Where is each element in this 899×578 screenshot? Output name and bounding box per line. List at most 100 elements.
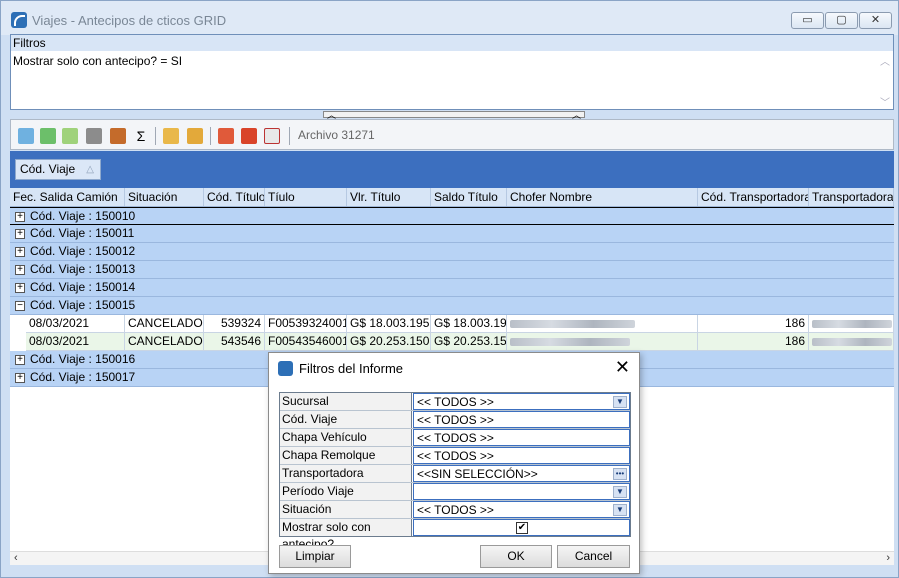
filter-row-chapa-vehiculo: Chapa Vehículo << TODOS >> xyxy=(280,429,630,447)
restore-button[interactable]: ▢ xyxy=(825,12,858,29)
cell-saldo-titulo: G$ 20.253.150 xyxy=(431,333,507,351)
cancel-button[interactable]: Cancel xyxy=(557,545,630,568)
cell-titulo: F00539324001 xyxy=(265,315,347,333)
cod-viaje-field[interactable]: << TODOS >> xyxy=(413,411,630,428)
antecipo-checkbox[interactable]: ✔ xyxy=(516,522,528,534)
filter-label: Mostrar solo con antecipo? xyxy=(280,519,412,551)
filters-dialog: Filtros del Informe ✕ Sucursal << TODOS … xyxy=(268,352,640,574)
cell-fecha: 08/03/2021 xyxy=(26,315,125,333)
transportadora-field[interactable]: <<SIN SELECCIÓN>> ••• xyxy=(413,465,630,482)
cell-vlr-titulo: G$ 20.253.150 xyxy=(347,333,431,351)
filter-row-cod-viaje: Cód. Viaje << TODOS >> xyxy=(280,411,630,429)
chevron-down-icon[interactable]: ▼ xyxy=(613,486,627,498)
expand-icon[interactable]: + xyxy=(15,283,25,293)
print-icon[interactable] xyxy=(86,128,102,144)
filter-label: Sucursal xyxy=(280,393,412,410)
cell-chofer-redacted xyxy=(507,315,698,333)
filter-row-situacion: Situación << TODOS >> ▼ xyxy=(280,501,630,519)
filters-scrollbar[interactable]: ︿ ﹀ xyxy=(877,51,893,109)
col-fec-salida[interactable]: Fec. Salida Camión xyxy=(10,188,125,206)
chevron-down-icon[interactable]: ▼ xyxy=(613,396,627,408)
col-cod-transportadora[interactable]: Cód. Transportadora xyxy=(698,188,809,206)
copy-icon[interactable] xyxy=(218,128,234,144)
filter-row-transportadora: Transportadora <<SIN SELECCIÓN>> ••• xyxy=(280,465,630,483)
group-row[interactable]: − Cód. Viaje : 150015 xyxy=(10,297,894,315)
chapa-vehiculo-field[interactable]: << TODOS >> xyxy=(413,429,630,446)
filter-row-periodo-viaje: Período Viaje ▼ xyxy=(280,483,630,501)
cell-titulo: F00543546001 xyxy=(265,333,347,351)
col-chofer-nombre[interactable]: Chofer Nombre xyxy=(507,188,698,206)
col-cod-titulo[interactable]: Cód. Título xyxy=(204,188,265,206)
checklist-icon[interactable] xyxy=(264,128,280,144)
chapa-remolque-field[interactable]: << TODOS >> xyxy=(413,447,630,464)
panel-splitter[interactable]: ︿ ︿ xyxy=(323,110,585,120)
toolbar-separator xyxy=(210,127,211,145)
col-situacion[interactable]: Situación xyxy=(125,188,204,206)
group-chip-cod-viaje[interactable]: Cód. Viaje △ xyxy=(15,159,101,180)
filters-header: Filtros xyxy=(11,35,893,51)
antecipo-cell: ✔ xyxy=(413,519,630,536)
filter-label: Situación xyxy=(280,501,412,518)
ellipsis-icon[interactable]: ••• xyxy=(613,468,627,480)
table-row-selected[interactable]: 08/03/2021 CANCELADO 543546 F00543546001… xyxy=(26,333,894,351)
close-icon[interactable]: ✕ xyxy=(615,357,630,378)
group-row[interactable]: + Cód. Viaje : 150010 xyxy=(10,207,894,225)
stop-icon[interactable] xyxy=(241,128,257,144)
columns-icon[interactable] xyxy=(110,128,126,144)
window-title: Viajes - Antecipos de cticos GRID xyxy=(32,13,227,28)
expand-icon[interactable]: + xyxy=(15,265,25,275)
close-button[interactable]: ✕ xyxy=(859,12,892,29)
export-icon[interactable] xyxy=(62,128,78,144)
group-row[interactable]: + Cód. Viaje : 150011 xyxy=(10,225,894,243)
col-transportadora[interactable]: Transportadora xyxy=(809,188,894,206)
situacion-select[interactable]: << TODOS >> ▼ xyxy=(413,501,630,518)
table-row[interactable]: 08/03/2021 CANCELADO 539324 F00539324001… xyxy=(26,315,894,333)
cell-cod-titulo: 539324 xyxy=(204,315,265,333)
filters-panel: Filtros Mostrar solo con antecipo? = SI … xyxy=(10,34,894,110)
chevron-down-icon[interactable]: ▼ xyxy=(613,504,627,516)
periodo-viaje-select[interactable]: ▼ xyxy=(413,483,630,500)
expand-icon[interactable]: + xyxy=(15,229,25,239)
clear-button[interactable]: Limpiar xyxy=(279,545,351,568)
col-saldo-titulo[interactable]: Saldo Título xyxy=(431,188,507,206)
cell-situacion: CANCELADO xyxy=(125,333,204,351)
toolbar-separator xyxy=(289,127,290,145)
collapse-icon[interactable]: − xyxy=(15,301,25,311)
ok-button[interactable]: OK xyxy=(480,545,552,568)
filter-label: Chapa Vehículo xyxy=(280,429,412,446)
filter-icon[interactable] xyxy=(18,128,34,144)
filter-fields-grid: Sucursal << TODOS >> ▼ Cód. Viaje << TODO… xyxy=(279,392,631,551)
group-row[interactable]: + Cód. Viaje : 150012 xyxy=(10,243,894,261)
app-logo-icon xyxy=(278,361,293,376)
filter-row-chapa-remolque: Chapa Remolque << TODOS >> xyxy=(280,447,630,465)
filter-row-antecipo: Mostrar solo con antecipo? ✔ xyxy=(280,519,630,551)
folder-icon[interactable] xyxy=(187,128,203,144)
expand-icon[interactable]: + xyxy=(15,355,25,365)
expand-icon[interactable]: + xyxy=(15,212,25,222)
group-by-panel: Cód. Viaje △ xyxy=(10,151,894,188)
group-row[interactable]: + Cód. Viaje : 150013 xyxy=(10,261,894,279)
cell-transportadora-redacted xyxy=(809,315,894,333)
column-header-row: Fec. Salida Camión Situación Cód. Título… xyxy=(10,188,894,207)
col-titulo[interactable]: Tíulo xyxy=(265,188,347,206)
cell-transportadora-redacted xyxy=(809,333,894,351)
scroll-left-icon[interactable]: ‹ xyxy=(14,552,18,564)
sum-icon[interactable]: Σ xyxy=(133,128,149,144)
col-vlr-titulo[interactable]: Vlr. Título xyxy=(347,188,431,206)
archive-label: Archivo 31271 xyxy=(298,128,375,142)
scroll-right-icon[interactable]: › xyxy=(886,552,890,564)
dialog-title: Filtros del Informe xyxy=(299,361,404,376)
group-row[interactable]: + Cód. Viaje : 150014 xyxy=(10,279,894,297)
refresh-icon[interactable] xyxy=(40,128,56,144)
open-folder-icon[interactable] xyxy=(163,128,179,144)
cell-chofer-redacted xyxy=(507,333,698,351)
cell-fecha: 08/03/2021 xyxy=(26,333,125,351)
minimize-button[interactable]: ▭ xyxy=(791,12,824,29)
expand-icon[interactable]: + xyxy=(15,247,25,257)
sucursal-select[interactable]: << TODOS >> ▼ xyxy=(413,393,630,410)
expand-icon[interactable]: + xyxy=(15,373,25,383)
cell-cod-transportadora: 186 xyxy=(698,333,809,351)
cell-cod-transportadora: 186 xyxy=(698,315,809,333)
cell-situacion: CANCELADO xyxy=(125,315,204,333)
sort-ascending-icon: △ xyxy=(86,164,94,175)
